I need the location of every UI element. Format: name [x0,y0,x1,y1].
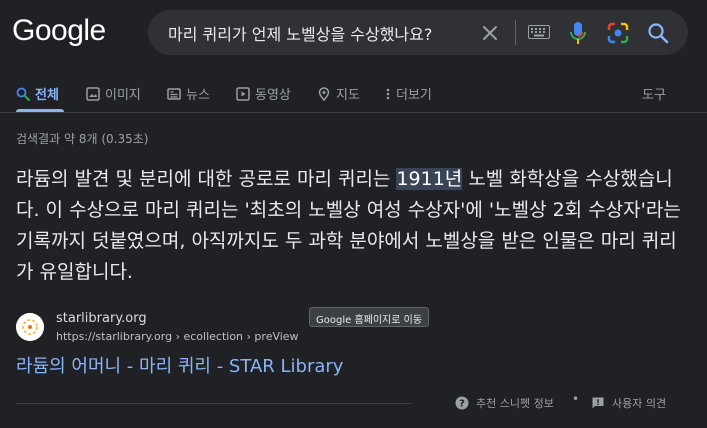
mic-icon[interactable] [569,21,587,45]
tools-label: 도구 [642,88,666,103]
svg-text:?: ? [459,399,465,410]
video-icon [236,86,250,101]
tab-label: 전체 [35,88,59,103]
tab-news[interactable]: 뉴스 [167,84,210,103]
tooltip: Google 홈페이지로 이동 [309,307,430,327]
search-box[interactable]: 마리 퀴리가 언제 노벨상을 수상했나요? [148,10,688,55]
search-results-page: Google 마리 퀴리가 언제 노벨상을 수상했나요? 전체 이미지 뉴스 동… [0,0,707,428]
answer-highlight: 1911년 [396,168,463,190]
featured-snippet-text: 라듐의 발견 및 분리에 대한 공로로 마리 퀴리는 1911년 노벨 화학상을… [16,164,688,288]
result-site-name[interactable]: starlibrary.org [56,311,147,326]
tabs-divider [0,112,707,113]
search-icon[interactable] [647,22,669,44]
google-lens-icon[interactable] [607,22,629,44]
more-vert-icon [386,88,390,99]
result-stats: 검색결과 약 8개 (0.35초) [16,132,149,146]
tab-label: 더보기 [396,88,432,103]
snippet-info-button[interactable]: ? 추천 스니펫 정보 [455,395,554,411]
clear-icon[interactable] [480,23,500,43]
tools-button[interactable]: 도구 [642,84,666,103]
search-input[interactable]: 마리 퀴리가 언제 노벨상을 수상했나요? [168,21,432,45]
tab-label: 지도 [336,88,360,103]
google-logo[interactable]: Google [12,14,106,48]
feedback-icon [592,397,604,409]
tab-all[interactable]: 전체 [16,84,59,103]
tab-images[interactable]: 이미지 [86,84,141,103]
result-title-link[interactable]: 라듐의 어머니 - 마리 퀴리 - STAR Library [16,352,343,378]
keyboard-icon[interactable] [528,25,550,39]
image-icon [86,86,100,101]
tab-label: 동영상 [255,88,291,103]
help-icon: ? [455,396,469,410]
footer-separator: • [572,392,580,406]
feedback-button[interactable]: 사용자 의견 [591,395,666,411]
tab-maps[interactable]: 지도 [317,84,360,103]
feedback-label: 사용자 의견 [612,397,667,410]
snippet-info-label: 추천 스니펫 정보 [476,397,554,410]
tab-videos[interactable]: 동영상 [236,84,291,103]
answer-text-before: 라듐의 발견 및 분리에 대한 공로로 마리 퀴리는 [16,168,397,190]
search-tabs: 전체 이미지 뉴스 동영상 지도 더보기 도구 [0,76,707,112]
location-pin-icon [318,86,330,101]
site-favicon-icon [16,313,44,341]
search-icon [16,87,30,101]
snippet-divider [16,403,412,404]
tab-label: 뉴스 [186,88,210,103]
result-url[interactable]: https://starlibrary.org › ecollection › … [56,330,299,343]
tab-more[interactable]: 더보기 [385,84,432,103]
news-icon [167,87,181,100]
tab-label: 이미지 [105,88,141,103]
search-box-separator [515,20,516,45]
